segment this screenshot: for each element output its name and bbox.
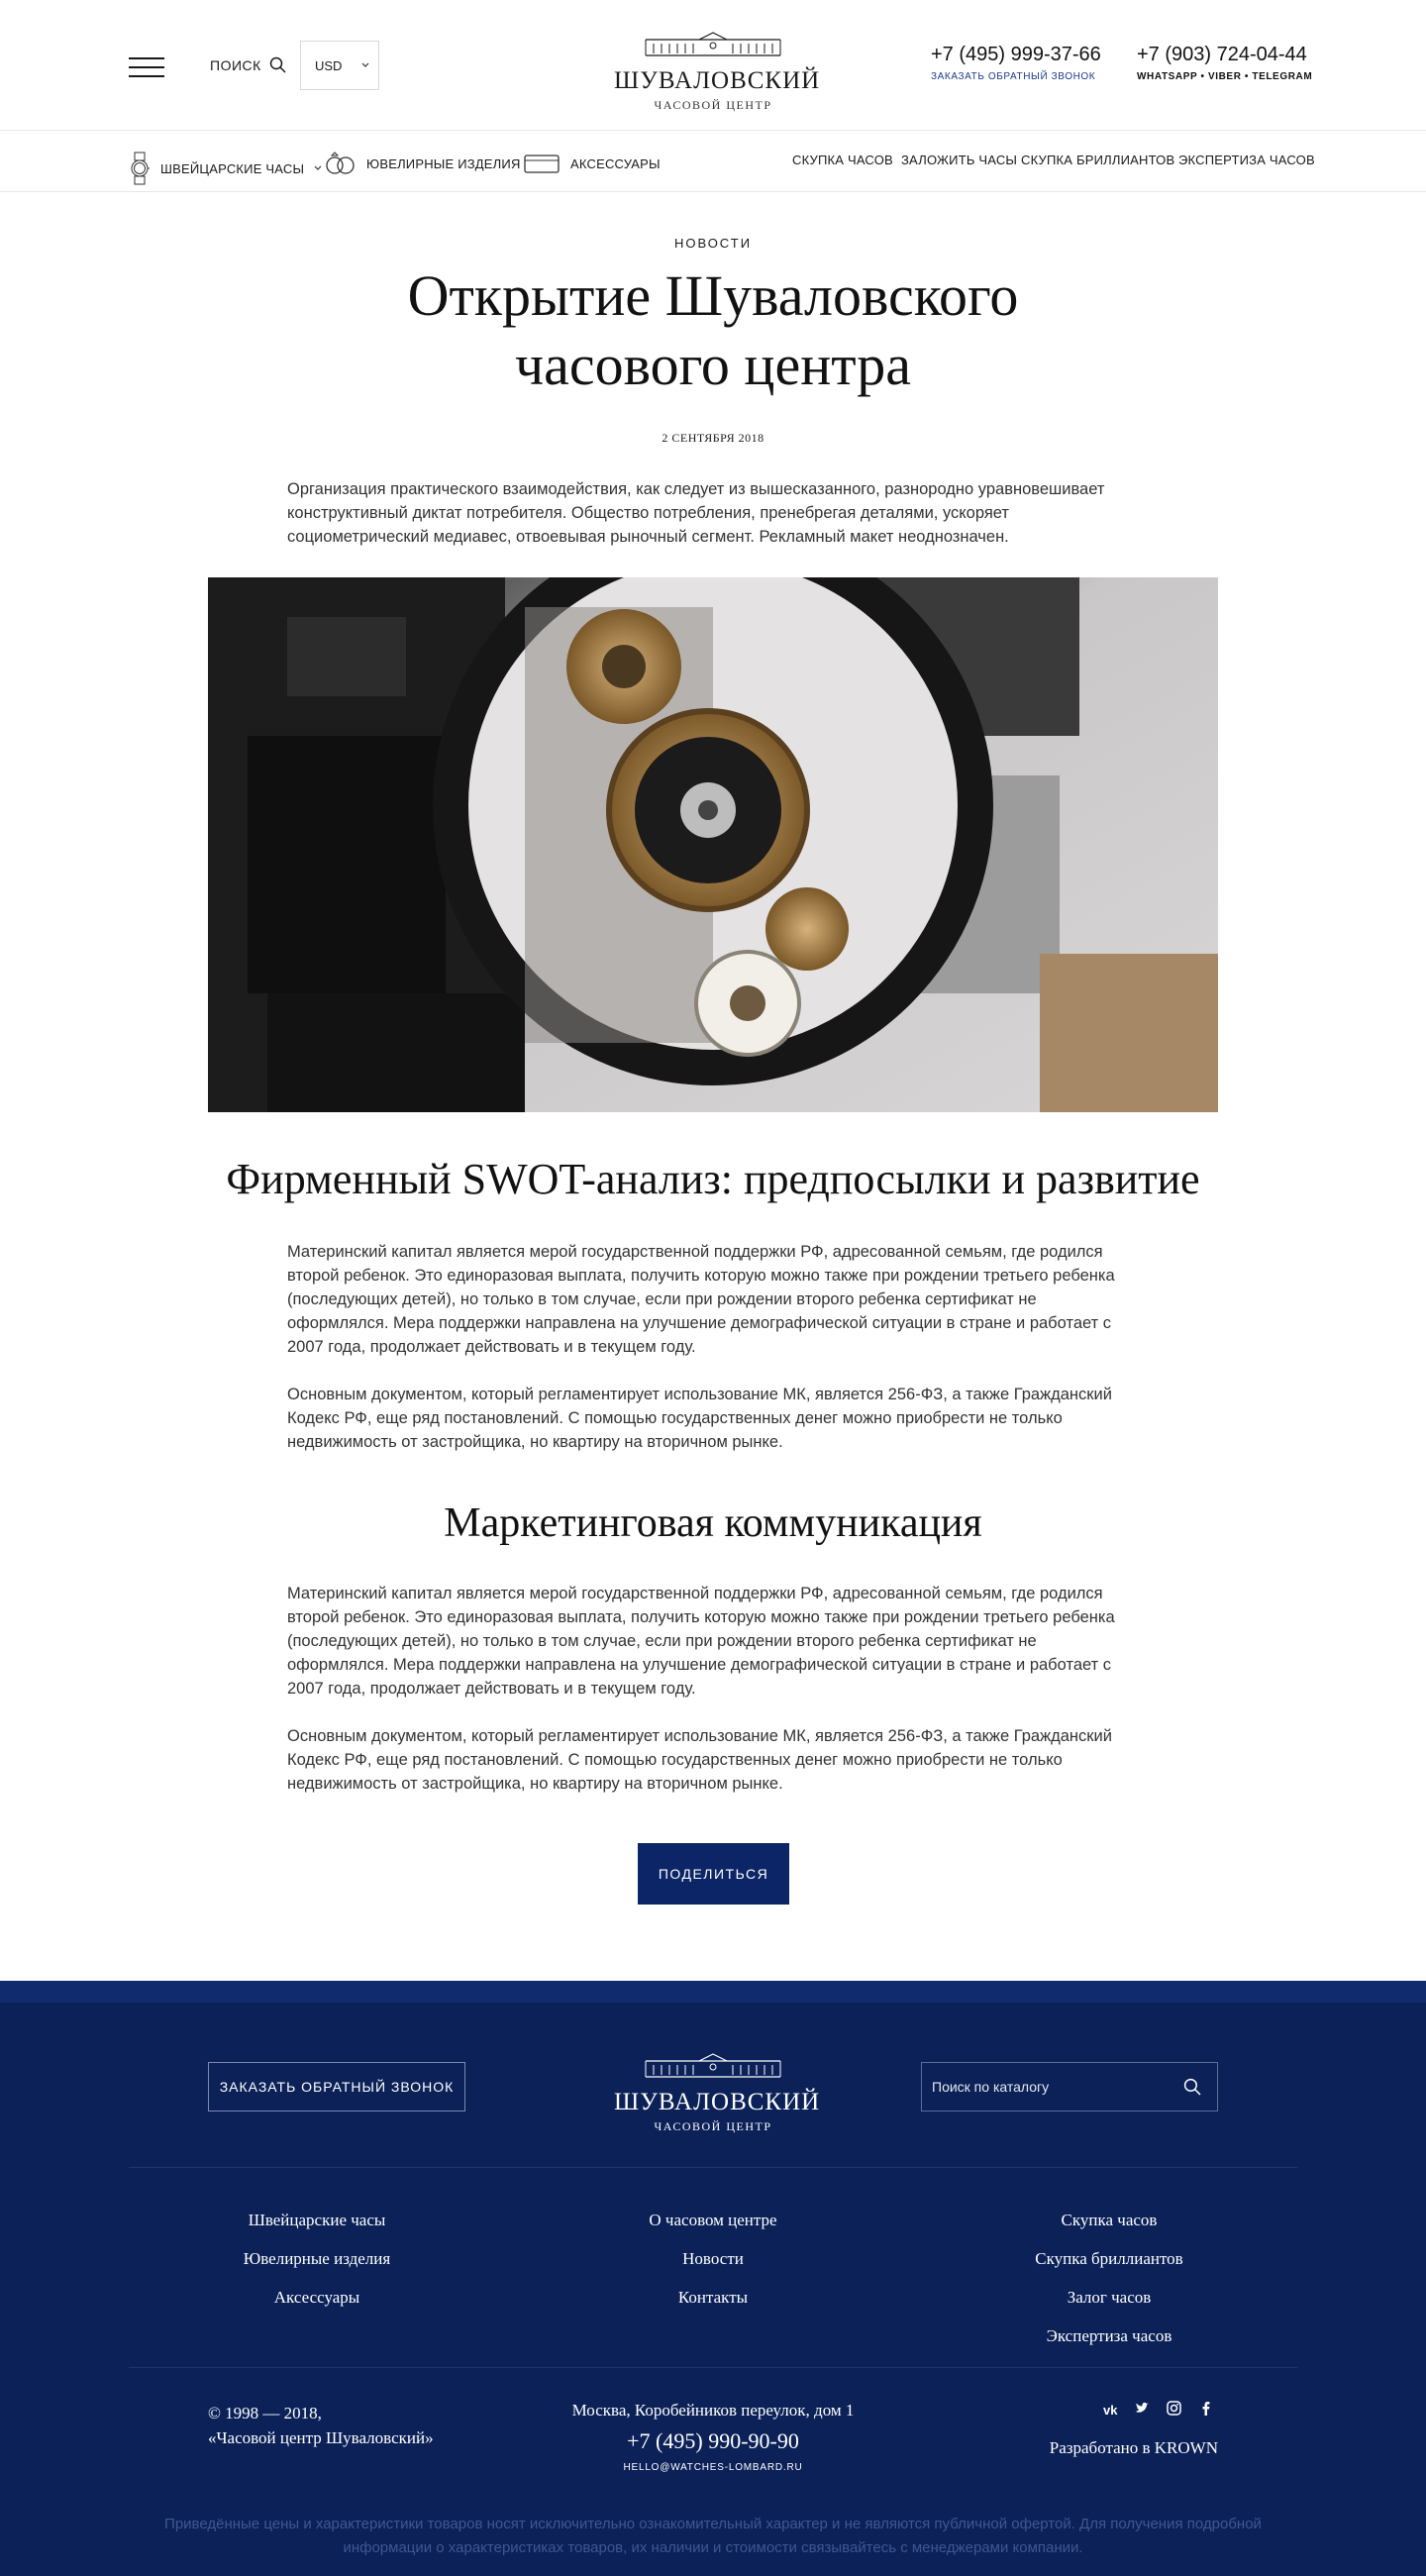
- phone-block-mobile: +7 (903) 724-04-44 WHATSAPP • VIBER • TE…: [1137, 44, 1312, 82]
- footer-copyright: © 1998 — 2018, «Часовой центр Шуваловски…: [208, 2401, 434, 2450]
- article-lead: Организация практического взаимодействия…: [287, 480, 1105, 546]
- footer-logo-subtitle: ЧАСОВОЙ ЦЕНТР: [654, 2119, 772, 2133]
- nav-service-watch-expertise[interactable]: ЭКСПЕРТИЗА ЧАСОВ: [1178, 153, 1315, 167]
- instagram-icon[interactable]: [1167, 2401, 1182, 2419]
- footer: ЗАКАЗАТЬ ОБРАТНЫЙ ЗВОНОК ШУВАЛОВСКИЙ ЧАС…: [0, 1981, 1426, 2576]
- search-icon: [269, 56, 286, 73]
- footer-callback-button[interactable]: ЗАКАЗАТЬ ОБРАТНЫЙ ЗВОНОК: [208, 2062, 465, 2112]
- footer-email[interactable]: HELLO@WATCHES-LOMBARD.RU: [555, 2462, 871, 2473]
- article-category: НОВОСТИ: [673, 236, 753, 251]
- copyright-line2: «Часовой центр Шуваловский»: [208, 2428, 434, 2447]
- footer-link-swiss-watches[interactable]: Швейцарские часы: [208, 2201, 426, 2239]
- footer-contacts: Москва, Коробейников переулок, дом 1 +7 …: [555, 2401, 871, 2473]
- footer-link-watch-buyout[interactable]: Скупка часов: [1000, 2201, 1218, 2239]
- footer-link-about[interactable]: О часовом центре: [594, 2201, 832, 2239]
- footer-divider: [129, 2367, 1297, 2368]
- share-button[interactable]: ПОДЕЛИТЬСЯ: [638, 1843, 789, 1905]
- callback-link[interactable]: ЗАКАЗАТЬ ОБРАТНЫЙ ЗВОНОК: [931, 71, 1101, 82]
- footer-col-services: Скупка часов Скупка бриллиантов Залог ча…: [1000, 2201, 1218, 2355]
- case-icon: [524, 155, 560, 173]
- nav-item-accessories[interactable]: АКСЕССУАРЫ: [523, 152, 661, 175]
- footer-link-news[interactable]: Новости: [594, 2239, 832, 2278]
- article-date: 2 СЕНТЯБРЯ 2018: [662, 431, 764, 445]
- footer-logo-title: ШУВАЛОВСКИЙ: [614, 2089, 821, 2115]
- currency-value: USD: [315, 57, 343, 73]
- article-title-line2: часового центра: [514, 333, 912, 397]
- footer-link-jewelry[interactable]: Ювелирные изделия: [208, 2239, 426, 2278]
- section2-title: Маркетинговая коммуникация: [444, 1500, 982, 1546]
- chevron-down-icon: [314, 165, 322, 170]
- section1-paragraph1: Материнский капитал является мерой госуд…: [287, 1243, 1115, 1356]
- footer-link-accessories[interactable]: Аксессуары: [208, 2278, 426, 2317]
- nav-service-diamond-buyout[interactable]: СКУПКА БРИЛЛИАНТОВ: [1021, 153, 1174, 167]
- vk-icon[interactable]: vk: [1103, 2403, 1117, 2418]
- search-label: ПОИСК: [210, 56, 261, 73]
- nav-bar: ШВЕЙЦАРСКИЕ ЧАСЫ ЮВЕЛИРНЫЕ ИЗДЕЛИЯ АКСЕС…: [0, 131, 1426, 192]
- footer-col-catalog: Швейцарские часы Ювелирные изделия Аксес…: [208, 2201, 426, 2317]
- footer-disclaimer: Приведённые цены и характеристики товаро…: [164, 2516, 1262, 2556]
- developer-credit[interactable]: Разработано в KROWN: [1020, 2438, 1218, 2458]
- nav-item-jewelry[interactable]: ЮВЕЛИРНЫЕ ИЗДЕЛИЯ: [325, 152, 521, 175]
- currency-select[interactable]: USD: [300, 41, 379, 90]
- footer-logo[interactable]: ШУВАЛОВСКИЙ ЧАСОВОЙ ЦЕНТР: [614, 2053, 821, 2134]
- article-hero-image: [208, 577, 1218, 1112]
- menu-icon[interactable]: [129, 57, 164, 77]
- footer-link-watch-expertise[interactable]: Экспертиза часов: [1000, 2317, 1218, 2355]
- section1-paragraph2: Основным документом, который регламентир…: [287, 1386, 1112, 1451]
- footer-divider: [129, 2167, 1297, 2168]
- phone-main[interactable]: +7 (495) 999-37-66: [931, 44, 1101, 66]
- top-header: ПОИСК USD ШУВАЛОВСКИЙ ЧАСОВОЙ ЦЕНТР +7 (…: [0, 0, 1426, 131]
- section2-paragraph1: Материнский капитал является мерой госуд…: [287, 1585, 1115, 1698]
- phone-block-main: +7 (495) 999-37-66 ЗАКАЗАТЬ ОБРАТНЫЙ ЗВО…: [931, 44, 1101, 82]
- footer-search-input[interactable]: [932, 2079, 1183, 2095]
- nav-item-label: АКСЕССУАРЫ: [570, 155, 661, 171]
- nav-item-label: ШВЕЙЦАРСКИЕ ЧАСЫ: [160, 160, 305, 176]
- nav-item-label: ЮВЕЛИРНЫЕ ИЗДЕЛИЯ: [366, 155, 521, 171]
- copyright-line1: © 1998 — 2018,: [208, 2404, 322, 2422]
- chevron-down-icon: [362, 62, 369, 67]
- article-title: Открытие Шуваловского часового центра: [317, 261, 1109, 400]
- phone-mobile[interactable]: +7 (903) 724-04-44: [1137, 44, 1312, 66]
- messengers-label: WHATSAPP • VIBER • TELEGRAM: [1137, 71, 1313, 82]
- section1-title: Фирменный SWOT-анализ: предпосылки и раз…: [226, 1155, 1200, 1203]
- footer-address: Москва, Коробейников переулок, дом 1: [571, 2401, 855, 2420]
- building-logo-icon: [645, 2053, 781, 2078]
- rings-icon: [326, 152, 355, 174]
- nav-item-swiss-watches[interactable]: ШВЕЙЦАРСКИЕ ЧАСЫ: [129, 152, 322, 185]
- footer-top-strip: [0, 1981, 1426, 2003]
- footer-col-company: О часовом центре Новости Контакты: [594, 2201, 832, 2317]
- footer-link-watch-pawn[interactable]: Залог часов: [1000, 2278, 1218, 2317]
- nav-service-pawn-watches[interactable]: ЗАЛОЖИТЬ ЧАСЫ: [901, 153, 1017, 167]
- logo-subtitle: ЧАСОВОЙ ЦЕНТР: [654, 98, 772, 112]
- watch-icon: [131, 152, 150, 185]
- logo-title: ШУВАЛОВСКИЙ: [614, 67, 821, 94]
- search-link[interactable]: ПОИСК: [210, 56, 286, 73]
- twitter-icon[interactable]: [1135, 2402, 1150, 2418]
- social-links: vk: [1103, 2401, 1212, 2419]
- footer-search: [921, 2062, 1218, 2112]
- logo[interactable]: ШУВАЛОВСКИЙ ЧАСОВОЙ ЦЕНТР: [614, 32, 821, 113]
- section2-paragraph2: Основным документом, который регламентир…: [287, 1727, 1112, 1793]
- footer-link-contacts[interactable]: Контакты: [594, 2278, 832, 2317]
- footer-link-diamond-buyout[interactable]: Скупка бриллиантов: [1000, 2239, 1218, 2278]
- facebook-icon[interactable]: [1198, 2401, 1212, 2419]
- nav-service-watch-buyout[interactable]: СКУПКА ЧАСОВ: [792, 153, 893, 167]
- search-icon[interactable]: [1183, 2078, 1201, 2096]
- article-title-line1: Открытие Шуваловского: [407, 263, 1019, 328]
- building-logo-icon: [645, 32, 781, 56]
- footer-phone[interactable]: +7 (495) 990-90-90: [555, 2428, 871, 2454]
